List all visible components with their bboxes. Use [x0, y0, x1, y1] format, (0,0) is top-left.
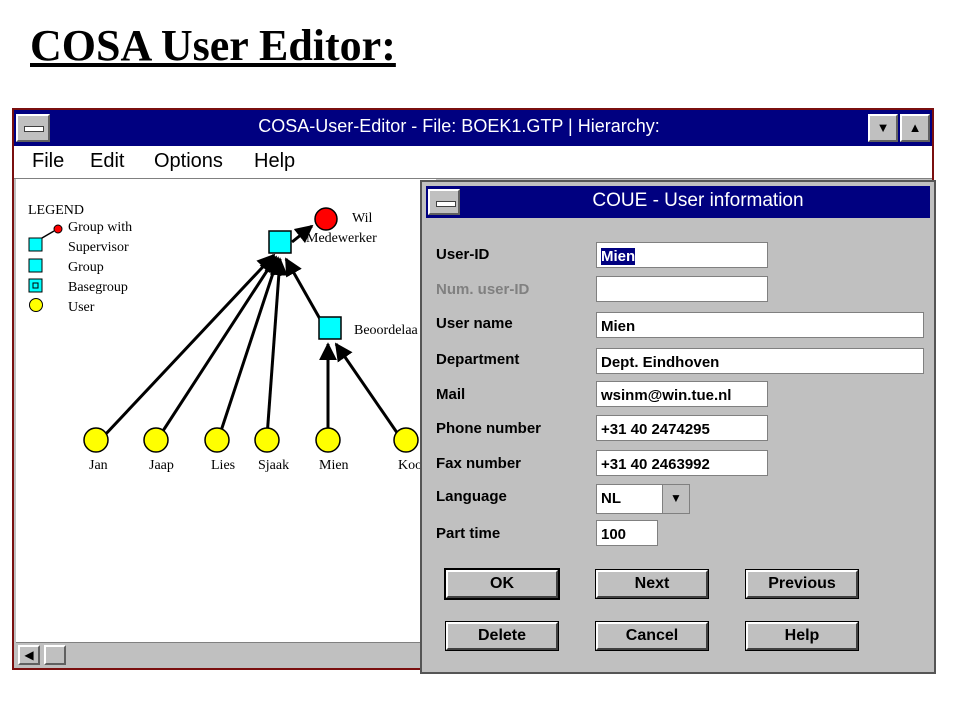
- label-user-name: User name: [436, 315, 513, 332]
- menu-file[interactable]: File: [32, 150, 64, 173]
- edge-koo: [334, 342, 402, 438]
- label-mail: Mail: [436, 386, 466, 403]
- user-id-field[interactable]: Mien: [596, 242, 768, 268]
- user-label-jaap: Jaap: [149, 458, 174, 473]
- help-button[interactable]: Help: [745, 621, 859, 651]
- group-node-beoordelaar[interactable]: [318, 316, 342, 340]
- supervisor-label: Wil: [352, 211, 373, 226]
- user-label-sjaak: Sjaak: [258, 458, 289, 473]
- language-value: NL: [601, 490, 621, 507]
- maximize-button[interactable]: ▲: [900, 114, 930, 142]
- group-label-medewerker: Medewerker: [306, 231, 377, 246]
- maximize-icon: ▲: [908, 120, 922, 135]
- menu-bar: File Edit Options Help: [14, 146, 932, 179]
- user-label-jan: Jan: [89, 458, 108, 473]
- label-phone-number: Phone number: [436, 420, 542, 437]
- legend-item-group: Group: [68, 260, 104, 275]
- language-dropdown-button[interactable]: ▼: [662, 485, 689, 513]
- user-node-lies[interactable]: [204, 427, 230, 453]
- edge-jaap: [157, 255, 278, 438]
- legend-item-basegroup: Basegroup: [68, 280, 128, 295]
- phone-number-field[interactable]: +31 40 2474295: [596, 415, 768, 441]
- menu-help[interactable]: Help: [254, 150, 295, 173]
- main-window-title: COSA-User-Editor - File: BOEK1.GTP | Hie…: [258, 116, 660, 136]
- minimize-icon: ▼: [876, 120, 890, 135]
- user-node-jan[interactable]: [83, 427, 109, 453]
- legend-item-supervisor: Supervisor: [68, 240, 129, 255]
- user-node-sjaak[interactable]: [254, 427, 280, 453]
- hierarchy-canvas[interactable]: LEGEND Group with Supervisor Group Baseg…: [16, 179, 436, 642]
- legend-item-user: User: [68, 300, 95, 315]
- legend-basegroup-icon: [28, 278, 43, 293]
- language-select[interactable]: NL ▼: [596, 484, 690, 514]
- horizontal-scrollbar[interactable]: ◀: [16, 642, 436, 667]
- label-fax-number: Fax number: [436, 455, 522, 472]
- user-id-value: Mien: [601, 248, 636, 265]
- main-titlebar[interactable]: COSA-User-Editor - File: BOEK1.GTP | Hie…: [14, 110, 932, 146]
- system-menu-icon: [24, 126, 44, 132]
- ok-button[interactable]: OK: [444, 568, 560, 600]
- dialog-titlebar[interactable]: COUE - User information: [426, 186, 930, 218]
- legend-user-icon: [29, 298, 43, 312]
- label-user-id: User-ID: [436, 246, 490, 263]
- label-department: Department: [436, 351, 520, 368]
- num-user-id-field[interactable]: [596, 276, 768, 302]
- legend-supervisor-icon: [53, 224, 63, 234]
- edge-beoordelaar: [284, 257, 322, 320]
- supervisor-node[interactable]: [314, 207, 338, 231]
- delete-button[interactable]: Delete: [445, 621, 559, 651]
- minimize-button[interactable]: ▼: [868, 114, 898, 142]
- slide-title: COSA User Editor:: [30, 21, 396, 70]
- previous-button[interactable]: Previous: [745, 569, 859, 599]
- arrow-down-icon: ▼: [670, 491, 682, 505]
- group-node-medewerker[interactable]: [268, 230, 292, 254]
- legend-item-group-with: Group with: [68, 220, 132, 235]
- user-node-jaap[interactable]: [143, 427, 169, 453]
- user-name-field[interactable]: Mien: [596, 312, 924, 338]
- label-language: Language: [436, 488, 507, 505]
- legend-title: LEGEND: [28, 203, 84, 218]
- next-button[interactable]: Next: [595, 569, 709, 599]
- legend-supervisor-link: [41, 230, 55, 239]
- user-node-mien[interactable]: [315, 427, 341, 453]
- legend-group-icon: [28, 258, 43, 273]
- part-time-field[interactable]: 100: [596, 520, 658, 546]
- scroll-thumb[interactable]: [44, 645, 66, 665]
- menu-edit[interactable]: Edit: [90, 150, 124, 173]
- system-menu-button[interactable]: [16, 114, 50, 142]
- user-info-dialog: COUE - User information User-ID Mien Num…: [420, 180, 936, 674]
- user-label-lies: Lies: [211, 458, 235, 473]
- user-label-mien: Mien: [319, 458, 349, 473]
- mail-field[interactable]: wsinm@win.tue.nl: [596, 381, 768, 407]
- menu-options[interactable]: Options: [154, 150, 223, 173]
- scroll-left-button[interactable]: ◀: [18, 645, 40, 665]
- legend-group-with-supervisor-icon: [28, 237, 43, 252]
- cancel-button[interactable]: Cancel: [595, 621, 709, 651]
- fax-number-field[interactable]: +31 40 2463992: [596, 450, 768, 476]
- dialog-title: COUE - User information: [592, 190, 804, 211]
- group-label-beoordelaar: Beoordelaa: [354, 323, 419, 338]
- dialog-system-menu-button[interactable]: [428, 189, 460, 215]
- department-field[interactable]: Dept. Eindhoven: [596, 348, 924, 374]
- hierarchy-diagram: LEGEND Group with Supervisor Group Baseg…: [28, 203, 422, 473]
- label-part-time: Part time: [436, 525, 501, 542]
- dialog-system-menu-icon: [436, 201, 456, 207]
- user-label-koo: Koo: [398, 458, 422, 473]
- user-node-koo[interactable]: [393, 427, 419, 453]
- arrow-left-icon: ◀: [24, 648, 34, 662]
- label-num-user-id: Num. user-ID: [436, 281, 530, 298]
